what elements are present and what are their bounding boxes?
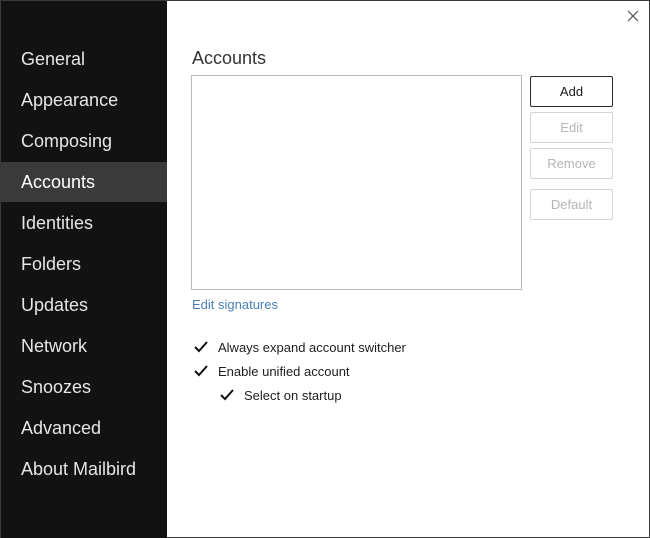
sidebar-item-network[interactable]: Network	[1, 327, 167, 366]
enable-unified-label: Enable unified account	[218, 363, 350, 379]
accounts-list[interactable]	[191, 75, 522, 290]
option-enable-unified-account: Enable unified account	[192, 361, 350, 381]
enable-unified-checkbox[interactable]	[192, 362, 210, 380]
sidebar-item-folders[interactable]: Folders	[1, 245, 167, 284]
remove-button[interactable]: Remove	[530, 148, 613, 179]
settings-window: General Appearance Composing Accounts Id…	[0, 0, 650, 538]
sidebar-item-composing[interactable]: Composing	[1, 122, 167, 161]
close-button[interactable]	[621, 5, 645, 27]
edit-signatures-link[interactable]: Edit signatures	[192, 297, 278, 312]
sidebar-item-appearance[interactable]: Appearance	[1, 81, 167, 120]
page-title: Accounts	[192, 48, 267, 68]
option-always-expand-account-switcher: Always expand account switcher	[192, 337, 406, 357]
sidebar-item-advanced[interactable]: Advanced	[1, 409, 167, 448]
select-on-startup-label: Select on startup	[244, 387, 342, 403]
checkmark-icon	[220, 389, 234, 401]
checkmark-icon	[194, 341, 208, 353]
sidebar-item-identities[interactable]: Identities	[1, 204, 167, 243]
always-expand-checkbox[interactable]	[192, 338, 210, 356]
always-expand-label: Always expand account switcher	[218, 339, 406, 355]
sidebar-item-about-mailbird[interactable]: About Mailbird	[1, 450, 167, 489]
add-button[interactable]: Add	[530, 76, 613, 107]
option-select-on-startup: Select on startup	[218, 385, 342, 405]
close-icon	[627, 10, 639, 22]
sidebar: General Appearance Composing Accounts Id…	[1, 1, 167, 538]
sidebar-item-snoozes[interactable]: Snoozes	[1, 368, 167, 407]
sidebar-item-updates[interactable]: Updates	[1, 286, 167, 325]
default-button[interactable]: Default	[530, 189, 613, 220]
select-on-startup-checkbox[interactable]	[218, 386, 236, 404]
edit-button[interactable]: Edit	[530, 112, 613, 143]
checkmark-icon	[194, 365, 208, 377]
sidebar-item-accounts[interactable]: Accounts	[1, 162, 167, 202]
sidebar-item-general[interactable]: General	[1, 40, 167, 79]
